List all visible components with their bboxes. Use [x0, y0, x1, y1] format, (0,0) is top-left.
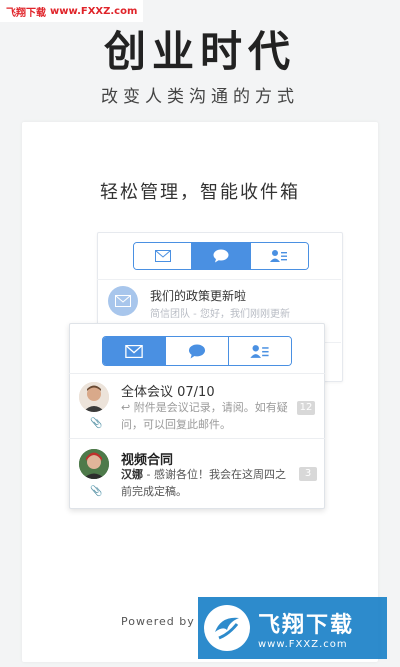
tab-chat[interactable]: [166, 337, 229, 365]
person-avatar-icon: [79, 382, 109, 412]
contacts-icon: [270, 250, 288, 262]
tab-mail[interactable]: [103, 337, 166, 365]
message-preview-text: - 感谢各位！我会在这周四之前完成定稿。: [121, 468, 286, 498]
mail-icon: [154, 250, 171, 262]
tab-mail[interactable]: [134, 243, 193, 269]
watermark-top-url: www.FXXZ.com: [50, 5, 138, 17]
paperclip-icon: 📎: [90, 418, 103, 429]
back-tab-bar: [133, 242, 309, 270]
chat-bubble-icon: [213, 249, 229, 263]
person-avatar-icon: [79, 449, 109, 479]
back-message-avatar: [108, 286, 138, 316]
chat-bubble-icon: [188, 344, 206, 358]
hero-subtitle: 改变人类沟通的方式: [101, 87, 299, 107]
watermark-bottom-brand: 飞翔下载: [258, 612, 355, 638]
contacts-icon: [250, 344, 269, 358]
hero-title: 创业时代: [103, 27, 296, 76]
card-headline: 轻松管理，智能收件箱: [100, 182, 300, 203]
watermark-top-brand: 飞翔下载: [6, 7, 46, 19]
watermark-bottom: 飞翔下载 www.FXXZ.com: [198, 597, 387, 659]
paperclip-icon: 📎: [90, 486, 103, 497]
count-badge: 3: [299, 467, 317, 481]
avatar: [79, 449, 109, 479]
divider: [69, 438, 325, 439]
message-preview: 汉娜 - 感谢各位！我会在这周四之前完成定稿。: [121, 466, 293, 500]
powered-by-text: Powered by: [121, 615, 195, 628]
back-message-preview: 简信团队 - 您好，我们刚刚更新: [150, 309, 290, 320]
divider: [69, 373, 325, 374]
watermark-logo-icon: [204, 605, 250, 651]
message-preview: ↩ 附件是会议记录，请阅。如有疑问，可以回复此邮件。: [121, 399, 293, 433]
tab-contacts[interactable]: [229, 337, 291, 365]
reply-icon: ↩: [121, 401, 134, 414]
message-preview-text: 附件是会议记录，请阅。如有疑问，可以回复此邮件。: [121, 401, 288, 431]
front-tab-bar: [102, 336, 292, 366]
back-message-title: 我们的政策更新啦: [150, 289, 247, 303]
count-badge: 12: [297, 401, 315, 415]
avatar: [79, 382, 109, 412]
mail-icon: [125, 344, 143, 358]
mail-icon: [115, 295, 131, 307]
tab-contacts[interactable]: [250, 243, 308, 269]
message-title[interactable]: 全体会议 07/10: [121, 381, 215, 400]
tab-chat[interactable]: [192, 243, 251, 269]
watermark-bottom-url: www.FXXZ.com: [258, 638, 348, 650]
message-sender: 汉娜: [121, 468, 143, 481]
